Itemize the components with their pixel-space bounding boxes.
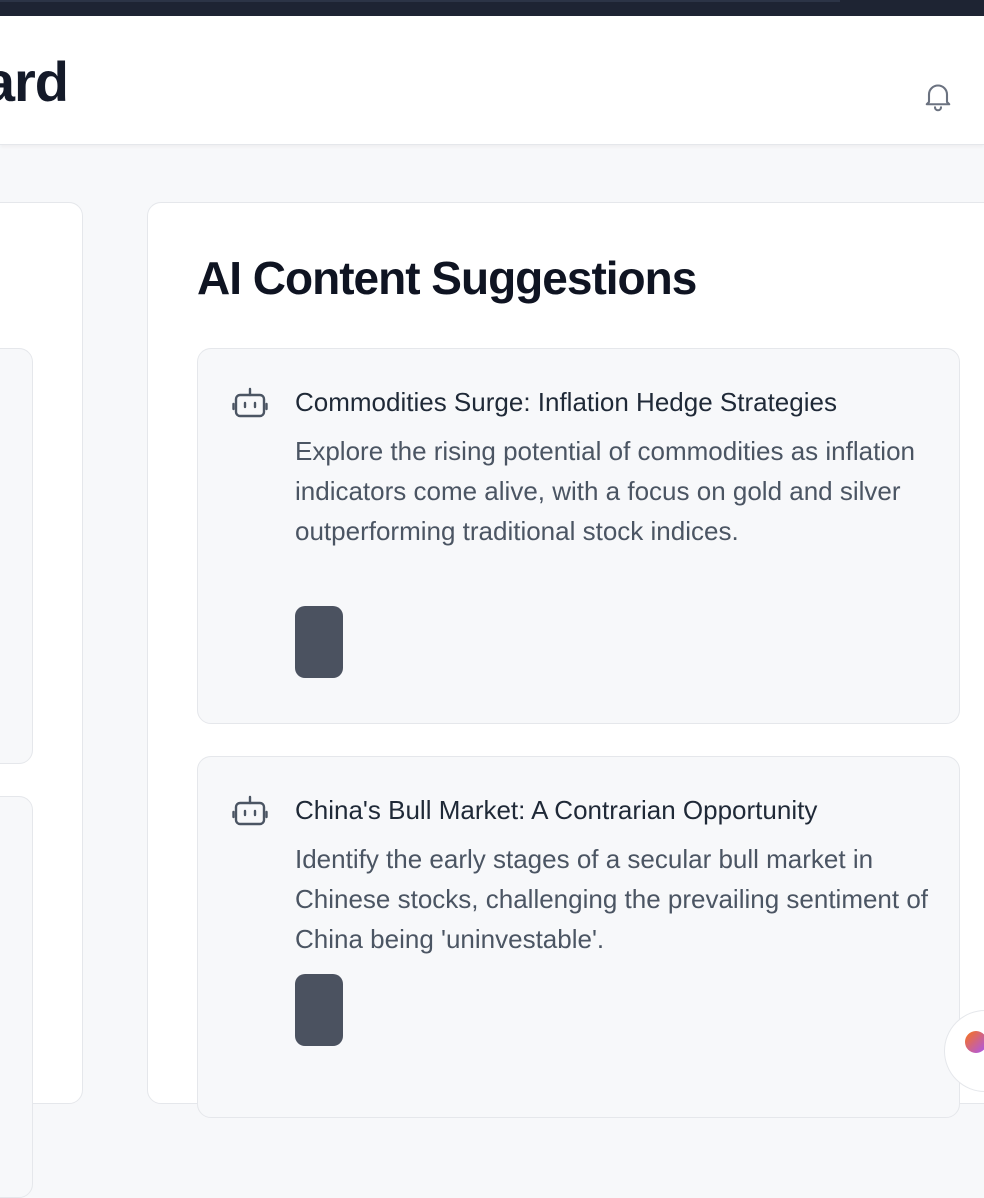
page-header: ard: [0, 16, 984, 145]
suggestion-action-button[interactable]: [295, 606, 343, 678]
suggestion-action-button[interactable]: [295, 974, 343, 1046]
suggestion-title: Commodities Surge: Inflation Hedge Strat…: [295, 387, 837, 417]
suggestion-title: China's Bull Market: A Contrarian Opport…: [295, 795, 818, 825]
suggestion-card: Commodities Surge: Inflation Hedge Strat…: [197, 348, 960, 724]
top-bar: [0, 0, 984, 16]
bell-icon[interactable]: [920, 78, 956, 114]
assistant-logo-icon: [965, 1031, 984, 1053]
top-bar-strip: [0, 0, 840, 2]
bot-icon: [232, 387, 268, 418]
left-card: [0, 348, 33, 764]
suggestion-description: Explore the rising potential of commodit…: [295, 436, 915, 546]
suggestion-card: China's Bull Market: A Contrarian Opport…: [197, 756, 960, 1118]
suggestion-description: Identify the early stages of a secular b…: [295, 844, 929, 954]
left-card: [0, 796, 33, 1198]
page-title: ard: [0, 50, 69, 113]
bot-icon: [232, 795, 268, 826]
section-title: AI Content Suggestions: [197, 252, 697, 304]
